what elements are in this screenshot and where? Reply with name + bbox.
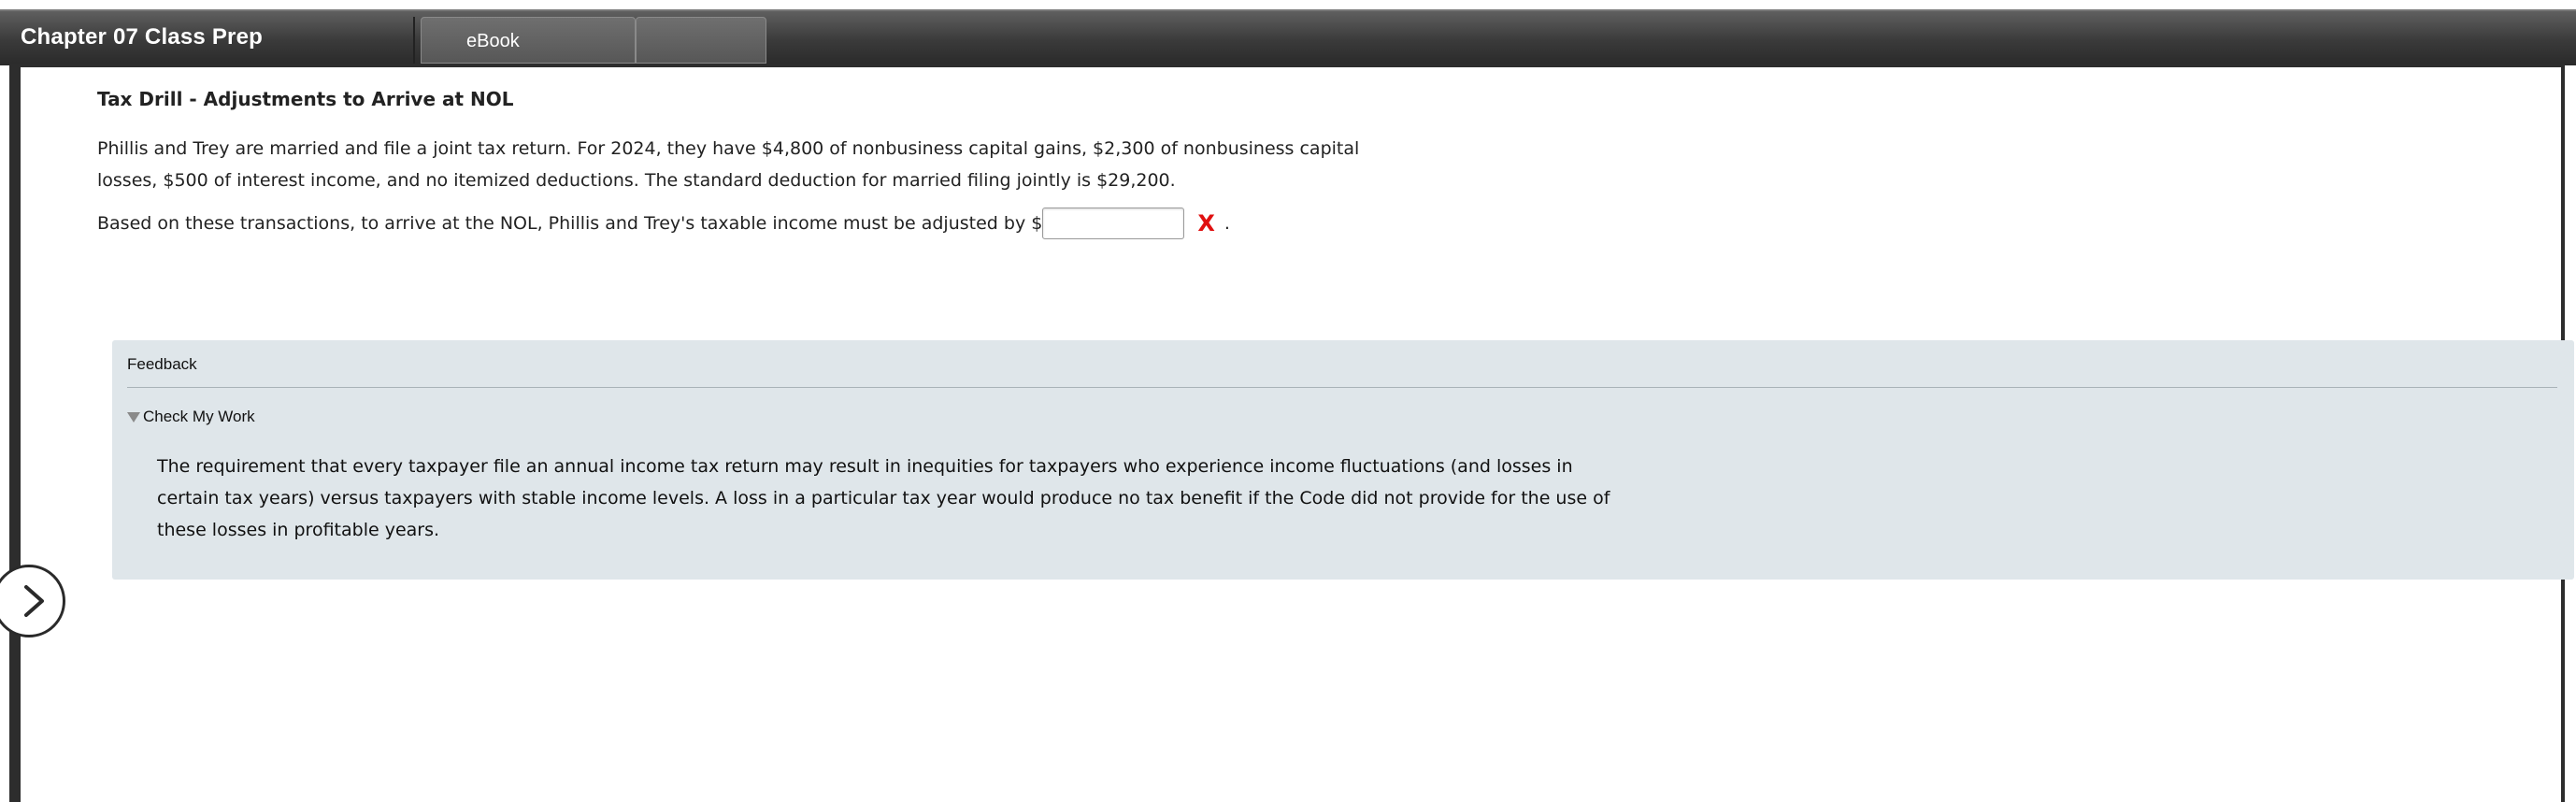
chevron-right-icon [24,585,44,617]
answer-input[interactable] [1042,208,1185,239]
feedback-divider [127,387,2557,388]
feedback-title: Feedback [127,355,197,373]
side-panel-toggle[interactable] [0,565,65,637]
feedback-body: The requirement that every taxpayer file… [157,456,1610,540]
check-my-work-toggle[interactable]: Check My Work [127,408,255,426]
feedback-panel: Feedback Check My Work The requirement t… [112,340,2574,580]
tab-ebook-label: eBook [466,31,520,51]
check-my-work-label: Check My Work [143,408,255,425]
question-prompt: Based on these transactions, to arrive a… [97,208,1230,239]
header-divider [413,17,415,65]
incorrect-mark-icon: X [1197,210,1215,236]
prompt-suffix: . [1224,213,1230,234]
app-header: Chapter 07 Class Prep eBook [0,9,2576,65]
content-frame: Tax Drill - Adjustments to Arrive at NOL… [0,64,2574,802]
triangle-down-icon [127,411,140,422]
app-title: Chapter 07 Class Prep [21,24,263,50]
question-title: Tax Drill - Adjustments to Arrive at NOL [97,88,514,110]
prompt-prefix: Based on these transactions, to arrive a… [97,213,1043,234]
question-text: Phillis and Trey are married and file a … [97,138,1360,191]
tab-ebook[interactable]: eBook [421,17,636,64]
tab-secondary[interactable] [636,17,766,64]
